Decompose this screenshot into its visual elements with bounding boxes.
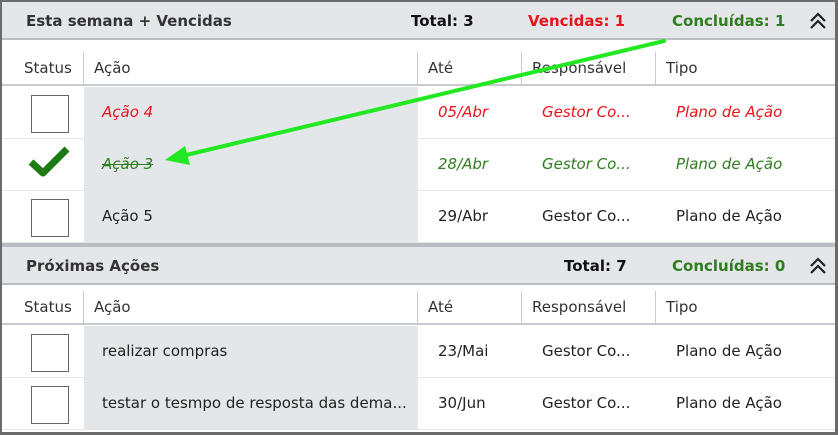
column-responsavel[interactable]: Responsável bbox=[522, 52, 656, 84]
tipo-text: Plano de Ação bbox=[676, 103, 783, 121]
ate-text: 05/Abr bbox=[438, 103, 489, 121]
ate-text: 29/Abr bbox=[438, 207, 489, 225]
column-responsavel[interactable]: Responsável bbox=[522, 291, 656, 323]
responsavel-text: Gestor Co... bbox=[542, 342, 631, 360]
acao-text: Ação 3 bbox=[102, 155, 154, 173]
responsavel-text: Gestor Co... bbox=[542, 207, 631, 225]
status-checkbox[interactable] bbox=[31, 386, 69, 424]
acao-text: Ação 5 bbox=[102, 207, 153, 225]
acao-text: Ação 4 bbox=[102, 103, 154, 121]
acao-text: realizar compras bbox=[102, 342, 228, 360]
overdue-count: Vencidas: 1 bbox=[528, 12, 626, 30]
status-checkbox[interactable] bbox=[31, 334, 69, 372]
tipo-text: Plano de Ação bbox=[676, 394, 782, 412]
total-count: Total: 3 bbox=[411, 12, 474, 30]
completed-count: Concluídas: 1 bbox=[672, 12, 786, 30]
section-title: Esta semana + Vencidas bbox=[26, 12, 232, 30]
responsavel-text: Gestor Co... bbox=[542, 155, 631, 173]
status-checkbox[interactable] bbox=[31, 199, 69, 237]
column-ate[interactable]: Até bbox=[418, 52, 522, 84]
table-row[interactable]: Ação 3 28/Abr Gestor Co... Plano de Ação bbox=[2, 139, 835, 191]
tipo-text: Plano de Ação bbox=[676, 155, 783, 173]
column-status[interactable]: Status bbox=[16, 52, 84, 84]
double-chevron-up-icon[interactable] bbox=[808, 256, 828, 276]
section-header-next-actions: Próximas Ações Total: 7 Concluídas: 0 bbox=[2, 247, 835, 285]
tipo-text: Plano de Ação bbox=[676, 207, 782, 225]
acao-text: testar o tesmpo de resposta das dema... bbox=[102, 394, 407, 412]
column-header-row: Status Ação Até Responsável Tipo bbox=[2, 52, 835, 86]
column-acao[interactable]: Ação bbox=[84, 291, 418, 323]
total-count: Total: 7 bbox=[564, 257, 627, 275]
tipo-text: Plano de Ação bbox=[676, 342, 782, 360]
ate-text: 23/Mai bbox=[438, 342, 489, 360]
column-ate[interactable]: Até bbox=[418, 291, 522, 323]
actions-panel: Esta semana + Vencidas Total: 3 Vencidas… bbox=[0, 0, 838, 435]
section-header-this-week: Esta semana + Vencidas Total: 3 Vencidas… bbox=[2, 2, 835, 40]
column-tipo[interactable]: Tipo bbox=[656, 52, 835, 84]
ate-text: 28/Abr bbox=[438, 155, 489, 173]
section-title: Próximas Ações bbox=[26, 257, 160, 275]
double-chevron-up-icon[interactable] bbox=[808, 11, 828, 31]
column-status[interactable]: Status bbox=[16, 291, 84, 323]
table-row[interactable]: realizar compras 23/Mai Gestor Co... Pla… bbox=[2, 326, 835, 378]
column-header-row: Status Ação Até Responsável Tipo bbox=[2, 291, 835, 325]
column-acao[interactable]: Ação bbox=[84, 52, 418, 84]
table-row[interactable]: testar o tesmpo de resposta das dema... … bbox=[2, 378, 835, 430]
column-tipo[interactable]: Tipo bbox=[656, 291, 835, 323]
table-row[interactable]: Ação 4 05/Abr Gestor Co... Plano de Ação bbox=[2, 87, 835, 139]
responsavel-text: Gestor Co... bbox=[542, 103, 631, 121]
table-row[interactable]: Ação 5 29/Abr Gestor Co... Plano de Ação bbox=[2, 191, 835, 243]
ate-text: 30/Jun bbox=[438, 394, 486, 412]
status-checkbox[interactable] bbox=[31, 95, 69, 133]
completed-count: Concluídas: 0 bbox=[672, 257, 786, 275]
checkmark-icon[interactable] bbox=[28, 145, 70, 179]
responsavel-text: Gestor Co... bbox=[542, 394, 631, 412]
